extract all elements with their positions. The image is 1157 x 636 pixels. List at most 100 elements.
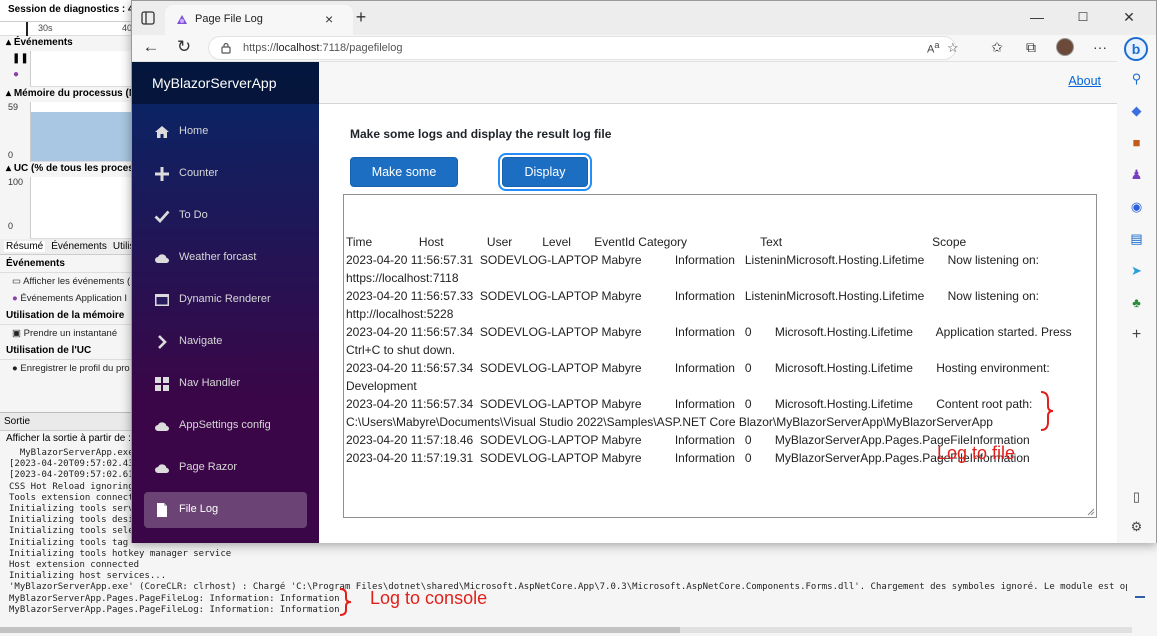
nav-item-weather[interactable]: Weather forcast [144,240,307,276]
page-content: Make some logs and display the result lo… [319,104,1117,543]
tab-usage[interactable]: Utilisa [113,241,131,252]
games-icon[interactable]: ♟ [1127,165,1146,184]
collections-icon[interactable]: ⧉ [1021,38,1041,58]
group-events: Événements [0,255,131,273]
office-icon[interactable]: ◉ [1127,197,1146,216]
address-bar[interactable]: https://localhost:7118/pagefilelog Aa ☆ [208,36,959,60]
settings-icon[interactable]: ⚙ [1127,517,1146,536]
record-cpu-item[interactable]: ● Enregistrer le profil du pro [0,360,131,377]
add-favorite-icon[interactable]: ☆ [947,40,959,56]
tools-icon[interactable]: ■ [1127,133,1146,152]
app-events-label: Événements Application I [20,293,128,304]
tab-close-icon[interactable]: × [325,11,333,27]
nav-item-todo[interactable]: To Do [144,198,307,234]
lock-icon[interactable] [219,41,233,55]
send-icon[interactable]: ➤ [1127,261,1146,280]
profile-avatar[interactable] [1056,38,1074,56]
nav-item-file-log[interactable]: File Log [144,492,307,528]
nav-item-appsettings[interactable]: AppSettings config [144,408,307,444]
url-path: :7118/pagefilelog [319,42,403,54]
nav-item-page-razor[interactable]: Page Razor [144,450,307,486]
cpu-section-header: ▴ UC (% de tous les processeur [0,162,131,177]
read-aloud-icon[interactable]: Aa [927,40,939,56]
memory-min-label: 0 [8,150,14,160]
events-section-header: ▴ Événements [6,37,73,48]
page-heading: Make some logs and display the result lo… [350,127,612,141]
nav-label: Dynamic Renderer [179,293,271,305]
url-text[interactable]: https://localhost:7118/pagefilelog [243,42,402,54]
app-events-item[interactable]: ● Événements Application I [0,290,131,307]
home-icon [155,126,169,138]
nav-label: File Log [179,503,219,515]
memory-graph [30,102,131,162]
events-icon: ▭ [12,276,24,287]
nav-label: Nav Handler [179,377,241,389]
close-window-button[interactable]: ✕ [1106,6,1152,30]
timeline-tick-30: 30s [38,23,53,33]
show-events-item[interactable]: ▭ Afficher les événements ( [0,273,131,290]
nav-item-home[interactable]: Home [144,114,307,150]
snapshot-item[interactable]: ▣ Prendre un instantané [0,325,131,342]
resize-handle-icon[interactable] [1087,508,1095,516]
app-nav: Home Counter To Do Weather forcast Dynam… [144,114,307,534]
nav-item-nav-handler[interactable]: Nav Handler [144,366,307,402]
events-graph [30,51,131,87]
nav-label: Navigate [179,335,223,347]
tab-events[interactable]: Événements [51,241,107,252]
tab-title: Page File Log [195,13,263,25]
browser-titlebar: Page File Log × + — ☐ ✕ [132,1,1156,35]
favorites-icon[interactable]: ✩ [987,38,1007,58]
memory-graph-fill [31,112,131,161]
record-cpu-label: Enregistrer le profil du pro [20,363,130,374]
memory-header-label: Mémoire du processus (Mo) [13,88,131,99]
output-horizontal-scrollbar[interactable] [0,627,1132,633]
log-textarea[interactable]: Time Host User Level EventId Category Te… [343,194,1097,518]
back-icon[interactable]: ← [140,37,162,59]
events-header-label: Événements [13,37,73,48]
output-line: Initializing host services... [9,571,167,582]
log-to-file-annotation: Log to file [937,443,1016,463]
bing-icon[interactable]: b [1124,37,1148,61]
browser-toolbar: ← ↻ https://localhost:7118/pagefilelog A… [132,35,1156,61]
search-icon[interactable]: ⚲ [1127,69,1146,88]
blazor-favicon-icon [177,15,187,24]
tab-summary[interactable]: Résumé [4,241,46,252]
maximize-button[interactable]: ☐ [1060,6,1106,30]
output-hscroll-thumb[interactable] [0,627,680,633]
shopping-icon[interactable]: ◆ [1127,101,1146,120]
url-host: localhost [276,42,320,54]
nav-item-navigate[interactable]: Navigate [144,324,307,360]
output-vertical-scrollbar[interactable] [1135,563,1145,598]
add-icon[interactable]: + [1127,325,1146,344]
display-logs-button[interactable]: Display logs [502,157,588,207]
log-to-console-annotation: Log to console [370,588,488,608]
diagnostics-tabs: Résumé Événements Utilisa [0,239,131,255]
pause-icon[interactable]: ❚❚ [12,53,29,64]
nav-label: To Do [179,209,208,221]
app-sidebar: MyBlazorServerApp Home Counter To Do Wea… [132,62,319,543]
timeline-cursor[interactable] [26,22,28,36]
sidebar-toggle-icon[interactable]: ▯ [1127,487,1146,506]
check-icon [154,210,170,224]
outlook-icon[interactable]: ▤ [1127,229,1146,248]
minimize-button[interactable]: — [1014,6,1060,30]
tab-actions-icon[interactable] [140,10,156,26]
about-link[interactable]: About [1068,74,1101,88]
show-events-label: Afficher les événements ( [23,276,131,287]
refresh-icon[interactable]: ↻ [173,37,195,59]
window-icon [155,294,169,306]
memory-max-label: 59 [8,102,19,112]
log-text: Time Host User Level EventId Category Te… [346,235,1072,465]
output-filter-label: Afficher la sortie à partir de : [6,433,131,444]
nav-item-counter[interactable]: Counter [144,156,307,192]
browser-tab[interactable]: Page File Log × [165,5,353,35]
more-icon[interactable]: ··· [1090,38,1110,58]
make-logs-button[interactable]: Make some logs [350,157,458,207]
diagnostics-timeline[interactable]: 30s 40 [0,22,131,36]
new-tab-icon[interactable]: + [350,7,372,28]
cpu-min-label: 0 [8,221,14,231]
app-brand[interactable]: MyBlazorServerApp [132,62,319,104]
tree-icon[interactable]: ♣ [1127,293,1146,312]
chevron-right-icon [158,335,167,349]
nav-item-dynamic-renderer[interactable]: Dynamic Renderer [144,282,307,318]
